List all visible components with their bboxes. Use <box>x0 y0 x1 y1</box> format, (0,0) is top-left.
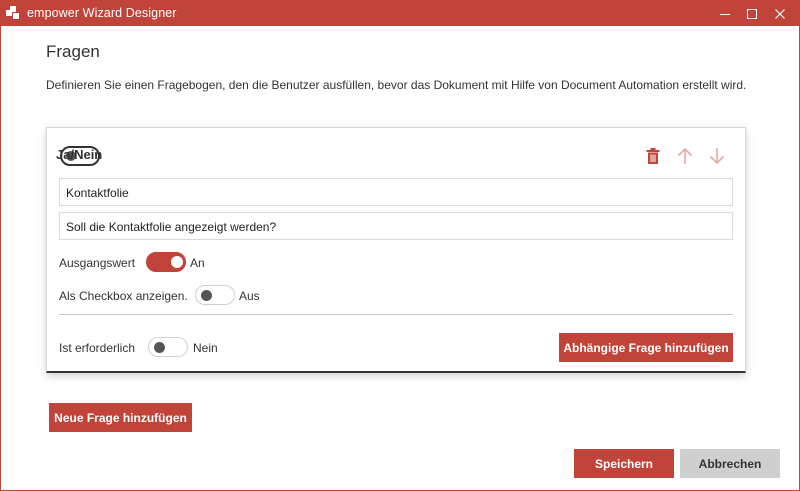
arrow-up-icon <box>677 147 693 164</box>
save-button[interactable]: Speichern <box>574 449 674 478</box>
required-label: Ist erforderlich <box>59 341 136 355</box>
required-toggle[interactable] <box>148 337 188 357</box>
checkbox-display-toggle[interactable] <box>195 285 235 305</box>
maximize-button[interactable] <box>739 1 765 26</box>
cancel-button[interactable]: Abbrechen <box>680 449 780 478</box>
divider <box>59 314 733 315</box>
minimize-button[interactable] <box>712 1 738 26</box>
default-value-state: An <box>190 256 205 270</box>
close-button[interactable] <box>767 1 793 26</box>
required-state: Nein <box>193 341 218 355</box>
trash-icon <box>646 148 660 164</box>
default-value-label: Ausgangswert <box>59 256 136 270</box>
checkbox-display-state: Aus <box>239 289 260 303</box>
question-text-field[interactable]: Soll die Kontaktfolie angezeigt werden? <box>59 212 733 240</box>
question-name-field[interactable]: Kontaktfolie <box>59 178 733 206</box>
checkbox-display-label: Als Checkbox anzeigen. <box>59 289 188 303</box>
add-new-question-button[interactable]: Neue Frage hinzufügen <box>49 403 192 432</box>
toggle-knob <box>171 256 183 268</box>
page-description: Definieren Sie einen Fragebogen, den die… <box>46 78 747 92</box>
page-title: Fragen <box>46 42 100 61</box>
add-dependent-question-button[interactable]: Abhängige Frage hinzufügen <box>559 333 733 362</box>
app-window: empower Wizard Designer Fragen Definiere… <box>0 0 800 491</box>
empower-logo-icon <box>6 6 20 20</box>
arrow-down-icon <box>709 148 725 165</box>
window-title: empower Wizard Designer <box>27 6 177 20</box>
minimize-icon <box>720 13 730 15</box>
move-up-button[interactable] <box>675 146 695 166</box>
question-type-label: Ja/Nein <box>56 147 103 162</box>
toggle-knob <box>154 342 165 353</box>
title-bar[interactable]: empower Wizard Designer <box>1 1 799 26</box>
delete-question-button[interactable] <box>643 146 663 166</box>
move-down-button[interactable] <box>707 146 727 166</box>
maximize-icon <box>747 8 757 19</box>
default-value-toggle[interactable] <box>146 252 186 272</box>
close-icon <box>775 8 785 19</box>
toggle-knob <box>201 290 212 301</box>
